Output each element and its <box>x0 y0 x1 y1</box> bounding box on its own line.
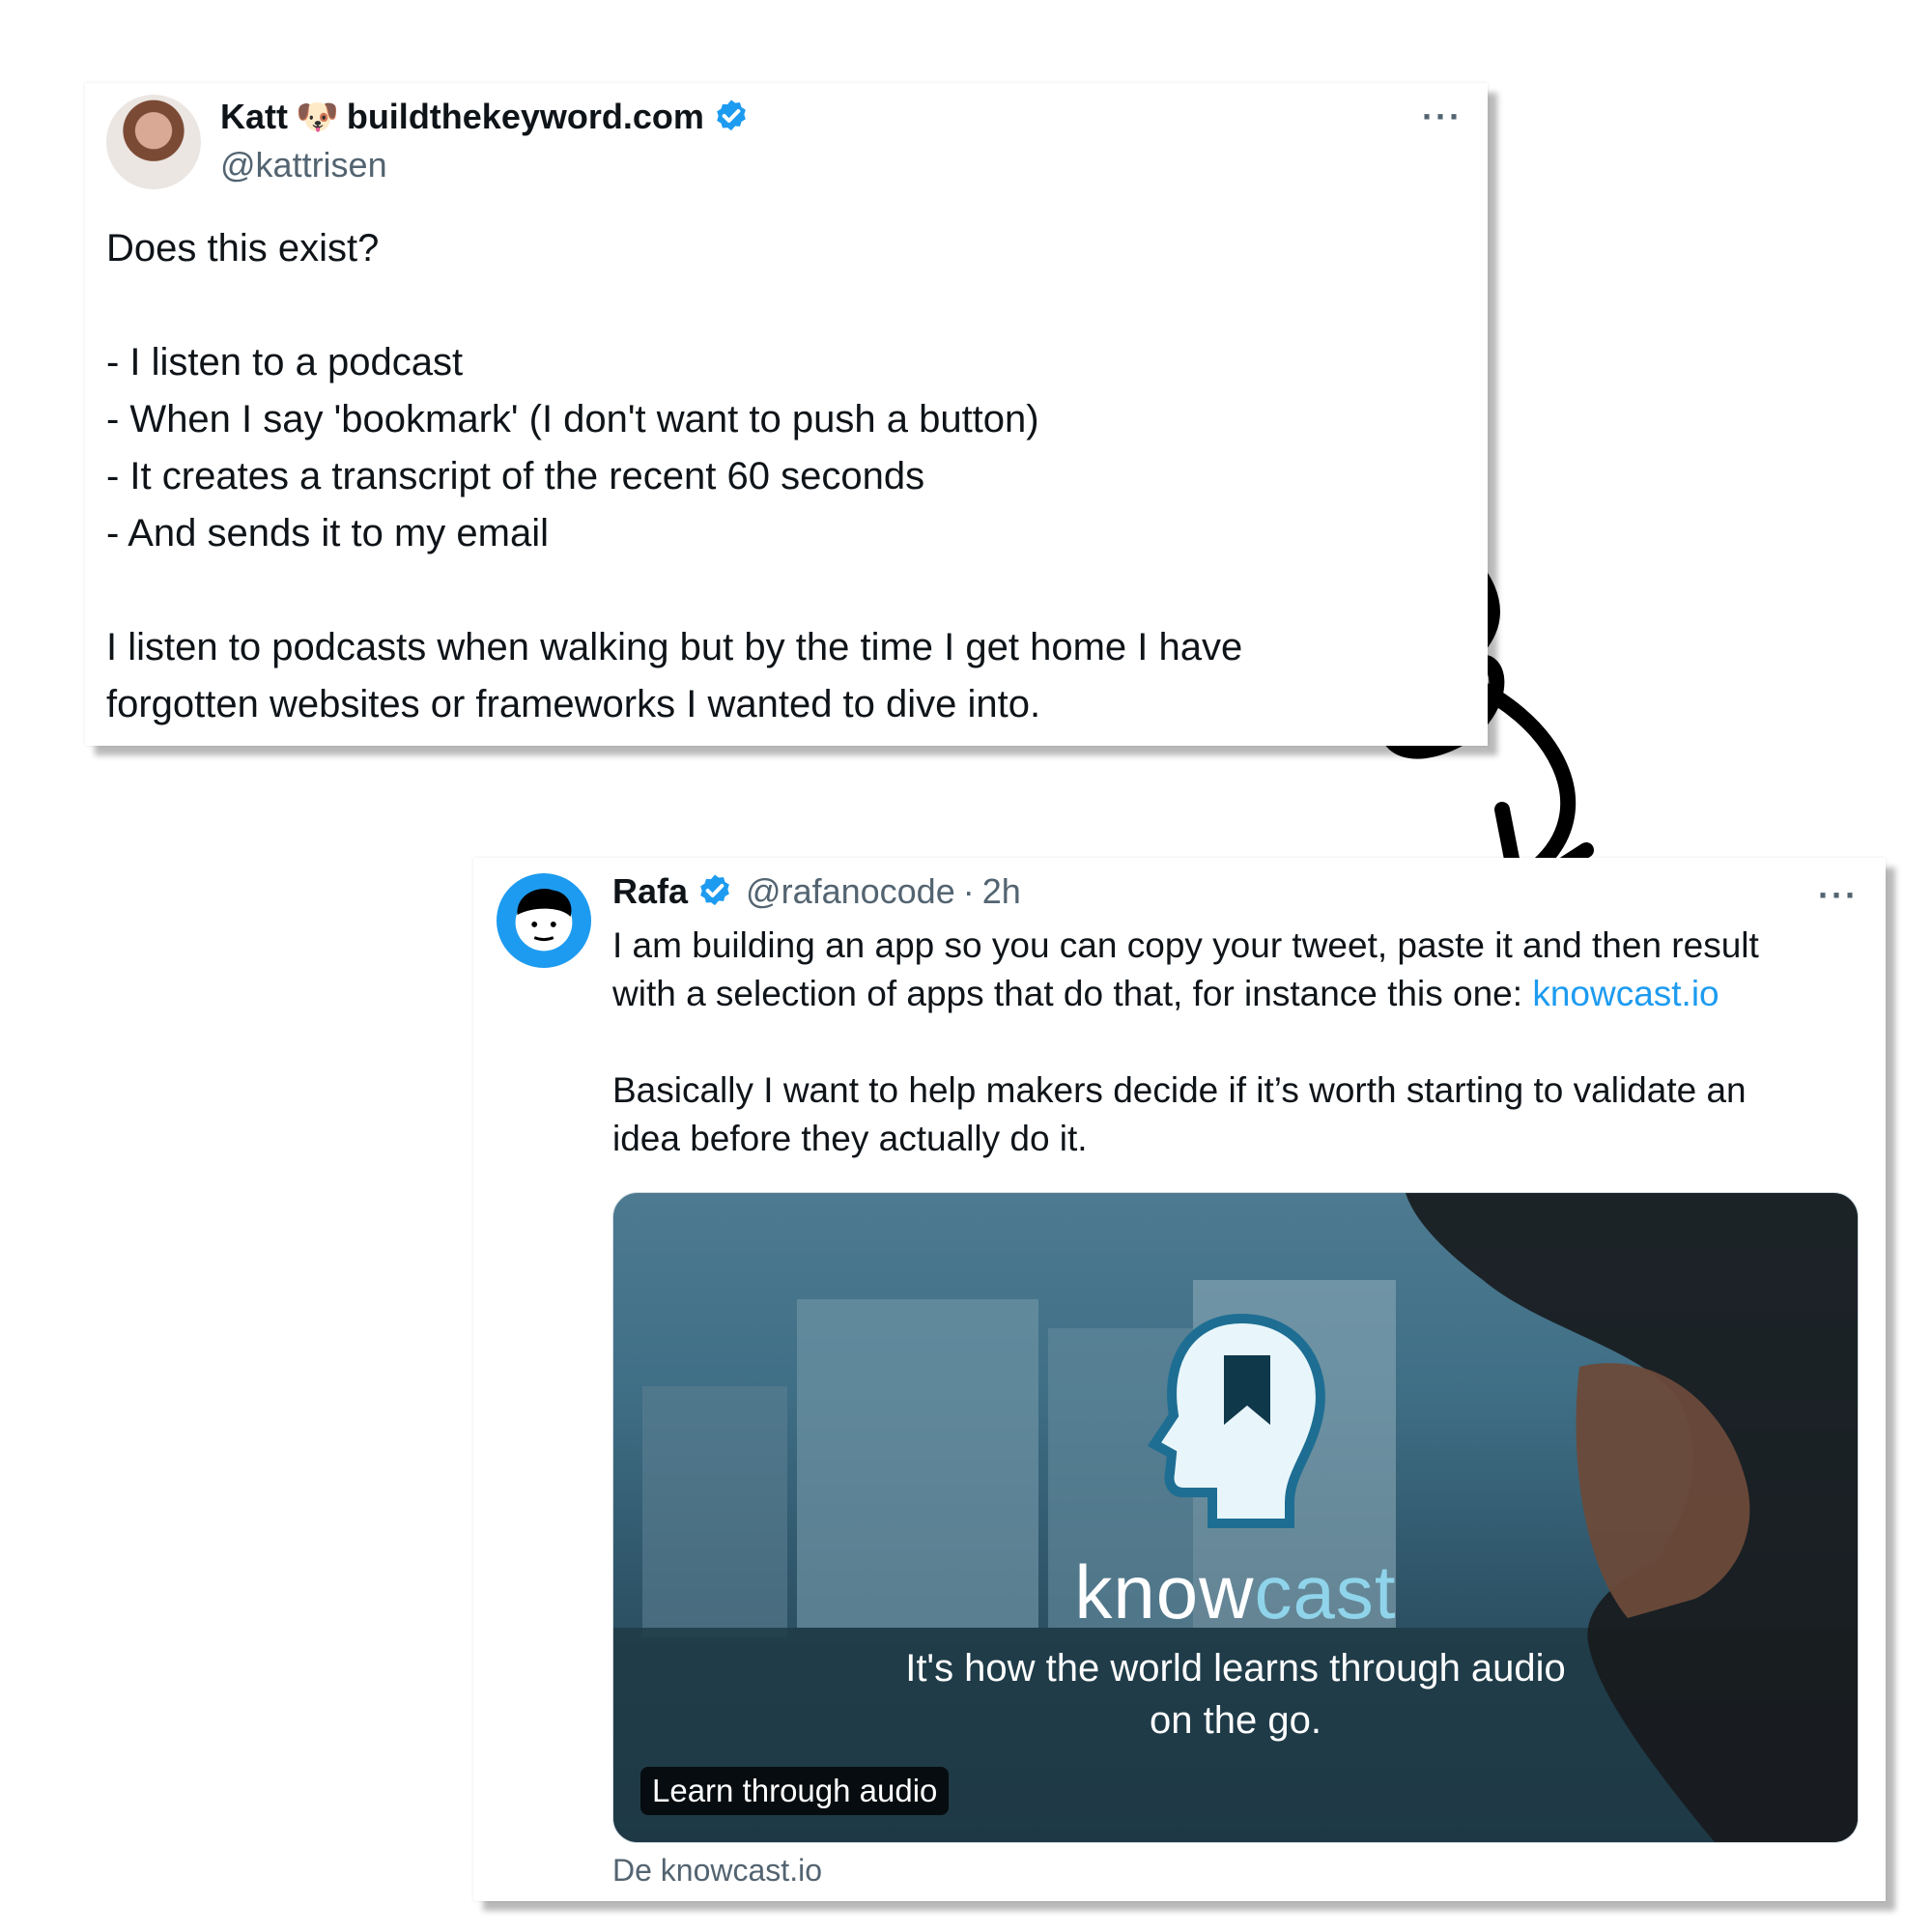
brand-name: knowcast <box>613 1548 1858 1636</box>
display-name[interactable]: Rafa @rafanocode · 2h <box>612 871 1021 912</box>
more-options-icon[interactable]: ··· <box>1818 875 1859 916</box>
tweet-text: I am building an app so you can copy you… <box>612 922 1868 1163</box>
tweet-text-part2: Basically I want to help makers decide i… <box>612 1070 1747 1158</box>
separator-dot: · <box>962 871 975 911</box>
handle[interactable]: @kattrisen <box>220 145 387 185</box>
verified-badge-icon <box>700 874 729 906</box>
cartoon-face-icon <box>515 888 573 952</box>
tweet-card-original[interactable]: Katt 🐶 buildthekeyword.com @kattrisen ··… <box>85 83 1488 746</box>
link-knowcast[interactable]: knowcast.io <box>1532 974 1719 1013</box>
brand-name-part1: know <box>1074 1549 1255 1634</box>
timestamp[interactable]: 2h <box>982 871 1021 912</box>
display-name-text: Katt <box>220 97 288 136</box>
brand-tagline: It's how the world learns through audio … <box>613 1642 1858 1747</box>
avatar-katt[interactable] <box>106 95 201 189</box>
tagline-line2: on the go. <box>1150 1699 1321 1742</box>
link-preview-card[interactable]: knowcast It's how the world learns throu… <box>612 1192 1859 1843</box>
tagline-line1: It's how the world learns through audio <box>905 1647 1566 1690</box>
tweet-card-reply[interactable]: Rafa @rafanocode · 2h ··· I am building … <box>473 858 1886 1901</box>
more-options-icon[interactable]: ··· <box>1422 97 1463 137</box>
display-name-suffix: buildthekeyword.com <box>346 97 704 136</box>
avatar-rafa[interactable] <box>497 873 591 968</box>
display-name-text: Rafa <box>612 871 689 911</box>
dog-emoji: 🐶 <box>296 97 339 136</box>
card-source[interactable]: De knowcast.io <box>612 1853 822 1889</box>
knowcast-logo-icon <box>1147 1313 1325 1528</box>
brand-name-part2: cast <box>1254 1549 1397 1634</box>
tweet-text: Does this exist? - I listen to a podcast… <box>106 227 1243 725</box>
verified-badge-icon <box>717 99 746 131</box>
handle[interactable]: @rafanocode <box>746 871 955 912</box>
card-title-badge: Learn through audio <box>640 1767 950 1815</box>
display-name[interactable]: Katt 🐶 buildthekeyword.com <box>220 97 751 137</box>
